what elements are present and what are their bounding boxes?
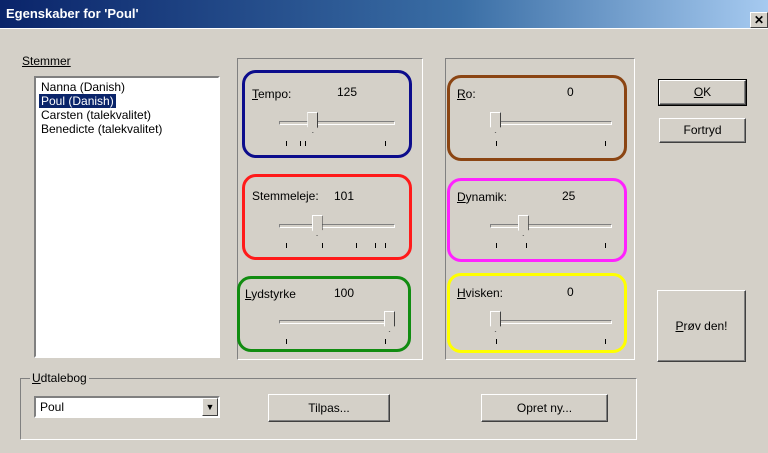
tempo-tick: [300, 141, 301, 146]
stemmeleje-highlight: [242, 174, 412, 260]
ro-label: Ro:: [457, 87, 476, 101]
dynamik-tick: [496, 243, 497, 248]
tempo-slider-track[interactable]: [279, 121, 395, 125]
tempo-tick: [305, 141, 306, 146]
stemmeleje-slider-track[interactable]: [279, 224, 395, 228]
list-item[interactable]: Benedicte (talekvalitet): [39, 122, 164, 136]
tempo-highlight: [242, 70, 412, 158]
tempo-label: Tempo:: [252, 87, 292, 101]
dynamik-tick: [605, 243, 606, 248]
list-item[interactable]: Nanna (Danish): [39, 80, 127, 94]
dictionary-label: Udtalebog: [30, 371, 89, 385]
window-frame: [0, 28, 768, 30]
try-voice-button[interactable]: Prøv den!: [657, 290, 746, 362]
cancel-button[interactable]: Fortryd: [659, 118, 746, 143]
hvisken-label: Hvisken:: [457, 286, 504, 300]
ro-tick: [605, 141, 606, 146]
hvisken-slider-track[interactable]: [490, 320, 612, 324]
dictionary-selected: Poul: [40, 400, 65, 414]
hvisken-tick: [605, 339, 606, 344]
dynamik-tick: [526, 243, 527, 248]
window-title: Egenskaber for 'Poul': [6, 6, 139, 21]
close-icon: ✕: [753, 13, 765, 27]
hvisken-value: 0: [567, 285, 574, 299]
voices-label: Stemmer: [22, 54, 71, 68]
ok-button[interactable]: OK: [658, 79, 747, 106]
stemmeleje-tick: [356, 243, 357, 248]
tempo-tick: [385, 141, 386, 146]
dynamik-slider-track[interactable]: [490, 224, 612, 228]
ro-tick: [496, 141, 497, 146]
lydstyrke-label: Lydstyrke: [245, 287, 296, 301]
ro-value: 0: [567, 85, 574, 99]
create-new-button[interactable]: Opret ny...: [481, 394, 608, 422]
stemmeleje-tick: [385, 243, 386, 248]
dynamik-label: Dynamik:: [457, 190, 508, 204]
tempo-value: 125: [337, 85, 358, 99]
customize-button[interactable]: Tilpas...: [268, 394, 390, 422]
stemmeleje-tick: [322, 243, 323, 248]
stemmeleje-tick: [286, 243, 287, 248]
voices-listbox[interactable]: Nanna (Danish) Poul (Danish) Carsten (ta…: [34, 76, 220, 358]
lydstyrke-tick: [286, 339, 287, 344]
hvisken-tick: [496, 339, 497, 344]
chevron-down-icon: ▼: [205, 402, 215, 412]
stemmeleje-value: 101: [334, 189, 355, 203]
stemmeleje-tick: [375, 243, 376, 248]
list-item[interactable]: Carsten (talekvalitet): [39, 108, 153, 122]
dynamik-value: 25: [562, 189, 576, 203]
lydstyrke-tick: [385, 339, 386, 344]
lydstyrke-value: 100: [334, 286, 355, 300]
ro-slider-track[interactable]: [490, 121, 612, 125]
dropdown-button[interactable]: ▼: [202, 398, 218, 416]
tempo-tick: [286, 141, 287, 146]
hvisken-highlight: [447, 273, 627, 353]
stemmeleje-label: Stemmeleje:: [252, 189, 319, 203]
list-item[interactable]: Poul (Danish): [39, 94, 116, 108]
lydstyrke-slider-track[interactable]: [279, 320, 395, 324]
close-button[interactable]: ✕: [750, 12, 768, 28]
